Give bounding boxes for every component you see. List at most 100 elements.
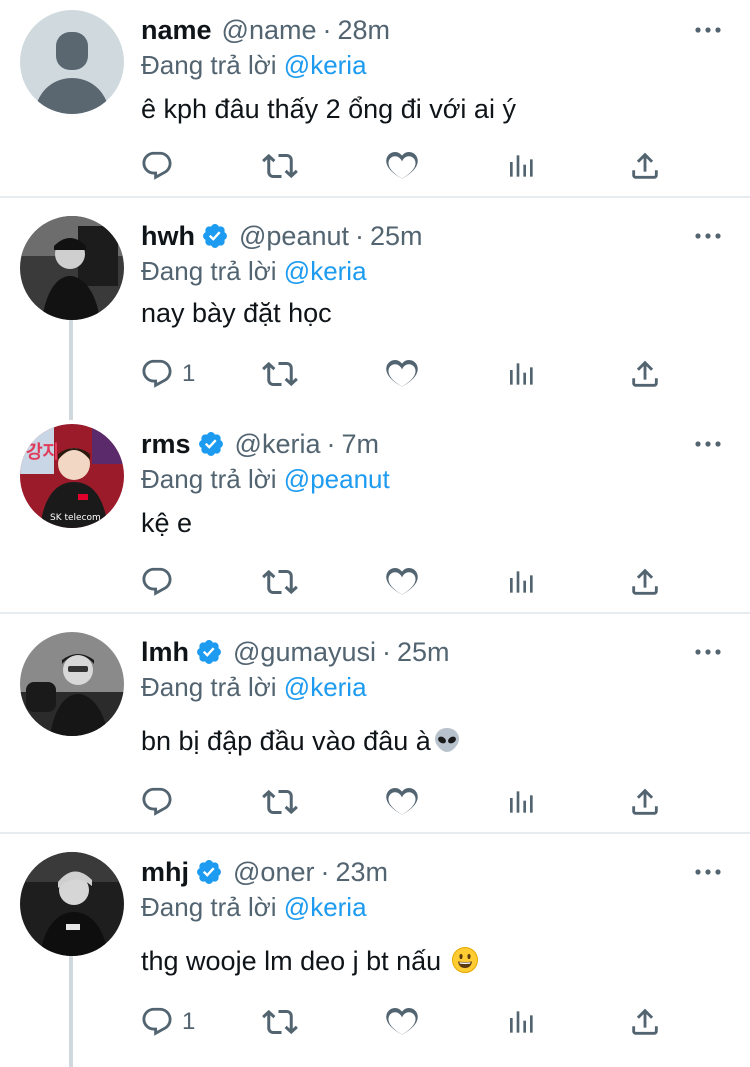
tweet-text-row: bn bị đập đầu vào đâu à: [141, 726, 461, 757]
divider: [0, 196, 750, 198]
more-icon[interactable]: [694, 18, 722, 42]
replying-to: Đang trả lời @keria: [141, 50, 367, 81]
replying-prefix: Đang trả lời: [141, 464, 277, 494]
username[interactable]: @name: [222, 15, 317, 46]
reply-icon: [140, 149, 174, 183]
avatar[interactable]: 강지 SK telecom: [20, 424, 124, 528]
reply-button[interactable]: [140, 146, 182, 186]
display-name[interactable]: hwh: [141, 221, 195, 252]
tweet-actions: 1: [140, 354, 680, 394]
views-icon: [506, 1006, 538, 1038]
more-icon[interactable]: [694, 224, 722, 248]
profile-photo: [20, 216, 124, 320]
like-button[interactable]: [384, 782, 420, 822]
like-button[interactable]: [384, 146, 420, 186]
separator-dot: ·: [381, 636, 391, 667]
retweet-button[interactable]: [262, 354, 298, 394]
like-button[interactable]: [384, 354, 420, 394]
tweet-header: name @name · 28m: [141, 10, 390, 50]
like-button[interactable]: [384, 562, 420, 602]
display-name[interactable]: mhj: [141, 857, 189, 888]
reply-icon: [140, 785, 174, 819]
username[interactable]: @keria: [235, 429, 321, 460]
separator-dot: ·: [355, 220, 364, 251]
views-icon: [506, 150, 538, 182]
views-button[interactable]: [506, 562, 538, 602]
divider: [0, 612, 750, 614]
reply-button[interactable]: [140, 562, 182, 602]
mention-link[interactable]: @keria: [284, 672, 367, 702]
mention-link[interactable]: @keria: [284, 256, 367, 286]
replying-to: Đang trả lời @keria: [141, 256, 367, 287]
reply-button[interactable]: 1: [140, 354, 195, 394]
replying-to: Đang trả lời @keria: [141, 672, 367, 703]
verified-icon: [195, 858, 223, 886]
views-button[interactable]: [506, 354, 538, 394]
verified-icon: [201, 222, 229, 250]
reply-button[interactable]: [140, 782, 182, 822]
tweet[interactable]: lmh @gumayusi · 25m Đang trả lời @keria …: [0, 632, 750, 832]
tweet-header: hwh @peanut · 25m: [141, 216, 423, 256]
reply-icon: [140, 357, 174, 391]
timestamp[interactable]: 25m: [370, 221, 423, 252]
timestamp[interactable]: 28m: [338, 15, 391, 46]
replying-prefix: Đang trả lời: [141, 892, 277, 922]
tweet[interactable]: name @name · 28m Đang trả lời @keria ê k…: [0, 10, 750, 196]
tweet-header: lmh @gumayusi · 25m: [141, 632, 450, 672]
mention-link[interactable]: @peanut: [284, 464, 390, 494]
like-button[interactable]: [384, 1002, 420, 1042]
tweet-header: rms @keria · 7m: [141, 424, 379, 464]
avatar[interactable]: [20, 632, 124, 736]
retweet-icon: [262, 356, 298, 392]
share-button[interactable]: [628, 782, 662, 822]
username[interactable]: @peanut: [239, 221, 349, 252]
mention-link[interactable]: @keria: [284, 50, 367, 80]
views-button[interactable]: [506, 146, 538, 186]
like-icon: [384, 148, 420, 184]
retweet-icon: [262, 564, 298, 600]
tweet[interactable]: hwh @peanut · 25m Đang trả lời @keria na…: [0, 216, 750, 406]
more-icon[interactable]: [694, 432, 722, 456]
avatar[interactable]: [20, 852, 124, 956]
share-icon: [628, 785, 662, 819]
replying-to: Đang trả lời @peanut: [141, 464, 390, 495]
tweet-text: nay bày đặt học: [141, 298, 332, 328]
separator-dot: ·: [326, 428, 336, 459]
timestamp[interactable]: 25m: [397, 637, 450, 668]
retweet-button[interactable]: [262, 146, 298, 186]
like-icon: [384, 564, 420, 600]
display-name[interactable]: lmh: [141, 637, 189, 668]
more-icon[interactable]: [694, 860, 722, 884]
views-icon: [506, 566, 538, 598]
retweet-icon: [262, 1004, 298, 1040]
svg-text:강지: 강지: [26, 442, 59, 463]
tweet-text: thg wooje lm deo j bt nấu: [141, 946, 449, 976]
tweet-actions: [140, 146, 680, 186]
alien-emoji: [434, 728, 459, 752]
display-name[interactable]: name: [141, 15, 212, 46]
timestamp[interactable]: 7m: [341, 429, 379, 460]
more-icon[interactable]: [694, 640, 722, 664]
reply-button[interactable]: 1: [140, 1002, 195, 1042]
views-button[interactable]: [506, 1002, 538, 1042]
reply-count: 1: [182, 1008, 196, 1035]
retweet-button[interactable]: [262, 562, 298, 602]
views-button[interactable]: [506, 782, 538, 822]
tweet-text: kệ e: [141, 508, 193, 538]
display-name[interactable]: rms: [141, 429, 191, 460]
username[interactable]: @oner: [233, 857, 314, 888]
share-button[interactable]: [628, 562, 662, 602]
share-button[interactable]: [628, 1002, 662, 1042]
avatar[interactable]: [20, 216, 124, 320]
username[interactable]: @gumayusi: [233, 637, 376, 668]
avatar[interactable]: [20, 10, 124, 114]
retweet-button[interactable]: [262, 1002, 298, 1042]
share-button[interactable]: [628, 146, 662, 186]
mention-link[interactable]: @keria: [284, 892, 367, 922]
share-button[interactable]: [628, 354, 662, 394]
tweet[interactable]: mhj @oner · 23m Đang trả lời @keria thg …: [0, 852, 750, 1062]
like-icon: [384, 1004, 420, 1040]
retweet-button[interactable]: [262, 782, 298, 822]
timestamp[interactable]: 23m: [335, 857, 388, 888]
tweet[interactable]: 강지 SK telecom rms @keria · 7m Đang trả l…: [0, 424, 750, 612]
